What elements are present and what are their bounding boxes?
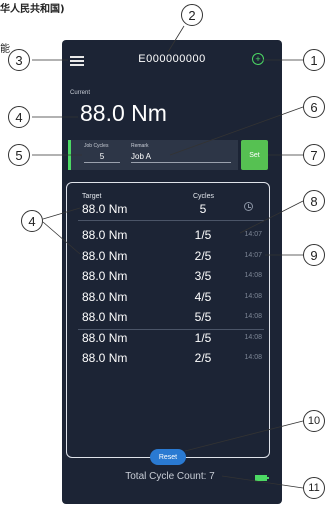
callout-10: 10 bbox=[303, 410, 325, 432]
callout-8: 8 bbox=[303, 190, 325, 212]
callout-9: 9 bbox=[303, 244, 325, 266]
callout-leaders bbox=[32, 25, 304, 489]
callout-11: 11 bbox=[303, 477, 325, 499]
callout-3: 3 bbox=[8, 49, 30, 71]
callout-7: 7 bbox=[303, 144, 325, 166]
callout-1: 1 bbox=[303, 49, 325, 71]
callout-5: 5 bbox=[8, 144, 30, 166]
callout-4b: 4 bbox=[21, 210, 43, 232]
callout-4a: 4 bbox=[8, 106, 30, 128]
callout-6: 6 bbox=[303, 96, 325, 118]
callout-2: 2 bbox=[181, 4, 203, 26]
